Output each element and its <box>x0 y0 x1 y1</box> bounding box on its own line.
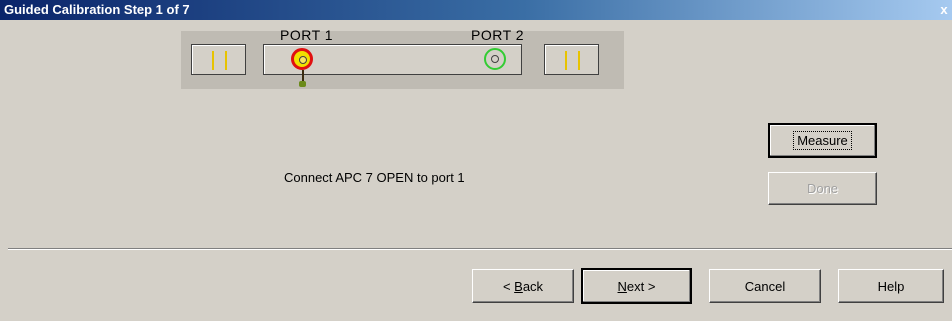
next-button[interactable]: Next > <box>581 268 692 304</box>
next-accelerator: N <box>617 278 627 294</box>
back-prefix: < <box>502 278 515 294</box>
port-diagram: PORT 1 PORT 2 <box>181 27 624 89</box>
measure-button[interactable]: Measure <box>768 123 877 158</box>
right-terminal-box <box>544 44 599 75</box>
port1-connector-icon <box>291 48 313 70</box>
done-button[interactable]: Done <box>768 172 877 205</box>
done-label: Done <box>806 181 839 196</box>
back-label: ack <box>522 278 544 294</box>
back-button[interactable]: < Back <box>472 269 574 303</box>
terminal-marker <box>565 51 567 70</box>
next-label: ext > <box>626 278 656 294</box>
title-bar: Guided Calibration Step 1 of 7 x <box>0 0 952 20</box>
back-accelerator: B <box>514 278 523 294</box>
terminal-marker <box>578 51 580 70</box>
terminal-marker <box>225 51 227 70</box>
port2-connector-icon <box>484 48 506 70</box>
separator <box>8 248 952 250</box>
terminal-marker <box>212 51 214 70</box>
window-title: Guided Calibration Step 1 of 7 <box>4 2 190 17</box>
measure-label: Measure <box>793 131 852 150</box>
cancel-button[interactable]: Cancel <box>709 269 821 303</box>
instruction-text: Connect APC 7 OPEN to port 1 <box>284 170 465 185</box>
help-button[interactable]: Help <box>838 269 944 303</box>
port2-label: PORT 2 <box>471 27 525 43</box>
cancel-label: Cancel <box>744 278 786 294</box>
close-icon[interactable]: x <box>938 0 950 20</box>
open-standard-icon <box>299 81 306 87</box>
left-terminal-box <box>191 44 246 75</box>
help-label: Help <box>877 278 905 294</box>
port1-label: PORT 1 <box>280 27 334 43</box>
